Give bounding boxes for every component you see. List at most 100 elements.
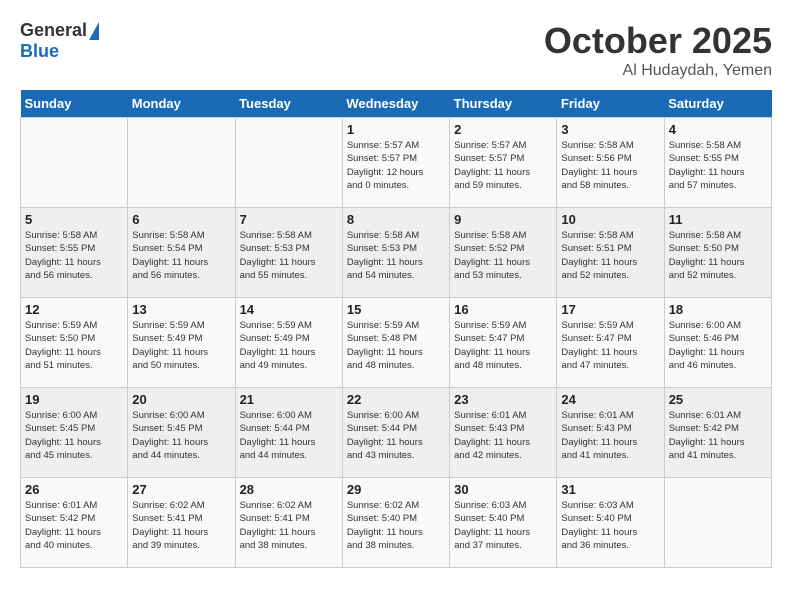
- day-info: Sunrise: 5:59 AMSunset: 5:48 PMDaylight:…: [347, 319, 445, 372]
- day-info: Sunrise: 5:58 AMSunset: 5:56 PMDaylight:…: [561, 139, 659, 192]
- day-info: Sunrise: 5:59 AMSunset: 5:47 PMDaylight:…: [561, 319, 659, 372]
- calendar-cell: 15 Sunrise: 5:59 AMSunset: 5:48 PMDayligh…: [342, 298, 449, 388]
- day-number: 18: [669, 302, 767, 317]
- logo: General Blue: [20, 20, 99, 62]
- calendar-cell: 28 Sunrise: 6:02 AMSunset: 5:41 PMDayligh…: [235, 478, 342, 568]
- weekday-header-friday: Friday: [557, 90, 664, 118]
- calendar-cell: 8 Sunrise: 5:58 AMSunset: 5:53 PMDaylight…: [342, 208, 449, 298]
- day-number: 23: [454, 392, 552, 407]
- calendar-week-row: 19 Sunrise: 6:00 AMSunset: 5:45 PMDayligh…: [21, 388, 772, 478]
- calendar-cell: 17 Sunrise: 5:59 AMSunset: 5:47 PMDayligh…: [557, 298, 664, 388]
- day-number: 8: [347, 212, 445, 227]
- logo-triangle-icon: [89, 22, 99, 40]
- calendar-cell: 19 Sunrise: 6:00 AMSunset: 5:45 PMDayligh…: [21, 388, 128, 478]
- day-number: 6: [132, 212, 230, 227]
- calendar-cell: [664, 478, 771, 568]
- calendar-cell: 24Sunrise: 6:01 AMSunset: 5:43 PMDayligh…: [557, 388, 664, 478]
- day-info: Sunrise: 6:01 AMSunset: 5:42 PMDaylight:…: [25, 499, 123, 552]
- calendar-week-row: 26Sunrise: 6:01 AMSunset: 5:42 PMDayligh…: [21, 478, 772, 568]
- calendar-cell: 13Sunrise: 5:59 AMSunset: 5:49 PMDayligh…: [128, 298, 235, 388]
- calendar-cell: 25Sunrise: 6:01 AMSunset: 5:42 PMDayligh…: [664, 388, 771, 478]
- day-number: 30: [454, 482, 552, 497]
- day-info: Sunrise: 5:59 AMSunset: 5:50 PMDaylight:…: [25, 319, 123, 372]
- weekday-header-monday: Monday: [128, 90, 235, 118]
- day-number: 16: [454, 302, 552, 317]
- day-number: 3: [561, 122, 659, 137]
- calendar-cell: 2Sunrise: 5:57 AMSunset: 5:57 PMDaylight…: [450, 118, 557, 208]
- day-info: Sunrise: 5:58 AMSunset: 5:52 PMDaylight:…: [454, 229, 552, 282]
- day-number: 27: [132, 482, 230, 497]
- calendar-cell: 22Sunrise: 6:00 AMSunset: 5:44 PMDayligh…: [342, 388, 449, 478]
- weekday-header-tuesday: Tuesday: [235, 90, 342, 118]
- calendar-cell: [235, 118, 342, 208]
- day-info: Sunrise: 6:00 AMSunset: 5:46 PMDaylight:…: [669, 319, 767, 372]
- day-info: Sunrise: 6:00 AMSunset: 5:44 PMDaylight:…: [347, 409, 445, 462]
- calendar-week-row: 1 Sunrise: 5:57 AMSunset: 5:57 PMDaylight…: [21, 118, 772, 208]
- calendar-cell: 14 Sunrise: 5:59 AMSunset: 5:49 PMDayligh…: [235, 298, 342, 388]
- day-number: 20: [132, 392, 230, 407]
- calendar-cell: 3 Sunrise: 5:58 AMSunset: 5:56 PMDaylight…: [557, 118, 664, 208]
- day-info: Sunrise: 5:58 AMSunset: 5:53 PMDaylight:…: [347, 229, 445, 282]
- day-info: Sunrise: 6:00 AMSunset: 5:45 PMDaylight:…: [132, 409, 230, 462]
- calendar-cell: 30Sunrise: 6:03 AMSunset: 5:40 PMDayligh…: [450, 478, 557, 568]
- weekday-header-row: SundayMondayTuesdayWednesdayThursdayFrid…: [21, 90, 772, 118]
- day-number: 11: [669, 212, 767, 227]
- calendar-cell: 7 Sunrise: 5:58 AMSunset: 5:53 PMDaylight…: [235, 208, 342, 298]
- day-info: Sunrise: 5:58 AMSunset: 5:55 PMDaylight:…: [25, 229, 123, 282]
- calendar-location: Al Hudaydah, Yemen: [544, 62, 772, 80]
- day-number: 28: [240, 482, 338, 497]
- calendar-cell: 1 Sunrise: 5:57 AMSunset: 5:57 PMDaylight…: [342, 118, 449, 208]
- page-header: General Blue October 2025 Al Hudaydah, Y…: [20, 20, 772, 80]
- day-info: Sunrise: 6:02 AMSunset: 5:41 PMDaylight:…: [240, 499, 338, 552]
- weekday-header-saturday: Saturday: [664, 90, 771, 118]
- day-number: 15: [347, 302, 445, 317]
- day-number: 17: [561, 302, 659, 317]
- day-info: Sunrise: 5:57 AMSunset: 5:57 PMDaylight:…: [347, 139, 445, 192]
- calendar-cell: 18 Sunrise: 6:00 AMSunset: 5:46 PMDayligh…: [664, 298, 771, 388]
- weekday-header-wednesday: Wednesday: [342, 90, 449, 118]
- day-number: 7: [240, 212, 338, 227]
- logo-blue: Blue: [20, 41, 59, 62]
- day-number: 1: [347, 122, 445, 137]
- calendar-cell: 23 Sunrise: 6:01 AMSunset: 5:43 PMDayligh…: [450, 388, 557, 478]
- calendar-cell: 12 Sunrise: 5:59 AMSunset: 5:50 PMDayligh…: [21, 298, 128, 388]
- day-number: 5: [25, 212, 123, 227]
- day-info: Sunrise: 6:00 AMSunset: 5:45 PMDaylight:…: [25, 409, 123, 462]
- day-number: 10: [561, 212, 659, 227]
- day-number: 9: [454, 212, 552, 227]
- calendar-cell: 10 Sunrise: 5:58 AMSunset: 5:51 PMDayligh…: [557, 208, 664, 298]
- calendar-cell: 31Sunrise: 6:03 AMSunset: 5:40 PMDayligh…: [557, 478, 664, 568]
- day-info: Sunrise: 6:00 AMSunset: 5:44 PMDaylight:…: [240, 409, 338, 462]
- day-info: Sunrise: 6:01 AMSunset: 5:43 PMDaylight:…: [454, 409, 552, 462]
- day-number: 14: [240, 302, 338, 317]
- calendar-cell: 26Sunrise: 6:01 AMSunset: 5:42 PMDayligh…: [21, 478, 128, 568]
- calendar-title: October 2025: [544, 20, 772, 62]
- calendar-cell: 9 Sunrise: 5:58 AMSunset: 5:52 PMDaylight…: [450, 208, 557, 298]
- calendar-cell: 16Sunrise: 5:59 AMSunset: 5:47 PMDayligh…: [450, 298, 557, 388]
- day-info: Sunrise: 5:58 AMSunset: 5:51 PMDaylight:…: [561, 229, 659, 282]
- day-info: Sunrise: 5:58 AMSunset: 5:53 PMDaylight:…: [240, 229, 338, 282]
- day-info: Sunrise: 6:01 AMSunset: 5:42 PMDaylight:…: [669, 409, 767, 462]
- calendar-cell: 4Sunrise: 5:58 AMSunset: 5:55 PMDaylight…: [664, 118, 771, 208]
- day-info: Sunrise: 6:02 AMSunset: 5:40 PMDaylight:…: [347, 499, 445, 552]
- day-info: Sunrise: 5:58 AMSunset: 5:55 PMDaylight:…: [669, 139, 767, 192]
- day-info: Sunrise: 5:57 AMSunset: 5:57 PMDaylight:…: [454, 139, 552, 192]
- calendar-week-row: 5 Sunrise: 5:58 AMSunset: 5:55 PMDaylight…: [21, 208, 772, 298]
- calendar-cell: 11Sunrise: 5:58 AMSunset: 5:50 PMDayligh…: [664, 208, 771, 298]
- weekday-header-thursday: Thursday: [450, 90, 557, 118]
- day-number: 19: [25, 392, 123, 407]
- logo-general: General: [20, 20, 87, 41]
- day-info: Sunrise: 5:59 AMSunset: 5:49 PMDaylight:…: [240, 319, 338, 372]
- calendar-week-row: 12 Sunrise: 5:59 AMSunset: 5:50 PMDayligh…: [21, 298, 772, 388]
- day-info: Sunrise: 5:58 AMSunset: 5:54 PMDaylight:…: [132, 229, 230, 282]
- day-number: 13: [132, 302, 230, 317]
- calendar-cell: 21 Sunrise: 6:00 AMSunset: 5:44 PMDayligh…: [235, 388, 342, 478]
- calendar-cell: 20 Sunrise: 6:00 AMSunset: 5:45 PMDayligh…: [128, 388, 235, 478]
- day-number: 12: [25, 302, 123, 317]
- calendar-cell: [21, 118, 128, 208]
- weekday-header-sunday: Sunday: [21, 90, 128, 118]
- title-block: October 2025 Al Hudaydah, Yemen: [544, 20, 772, 80]
- calendar-cell: 6 Sunrise: 5:58 AMSunset: 5:54 PMDaylight…: [128, 208, 235, 298]
- day-number: 21: [240, 392, 338, 407]
- calendar-cell: 27Sunrise: 6:02 AMSunset: 5:41 PMDayligh…: [128, 478, 235, 568]
